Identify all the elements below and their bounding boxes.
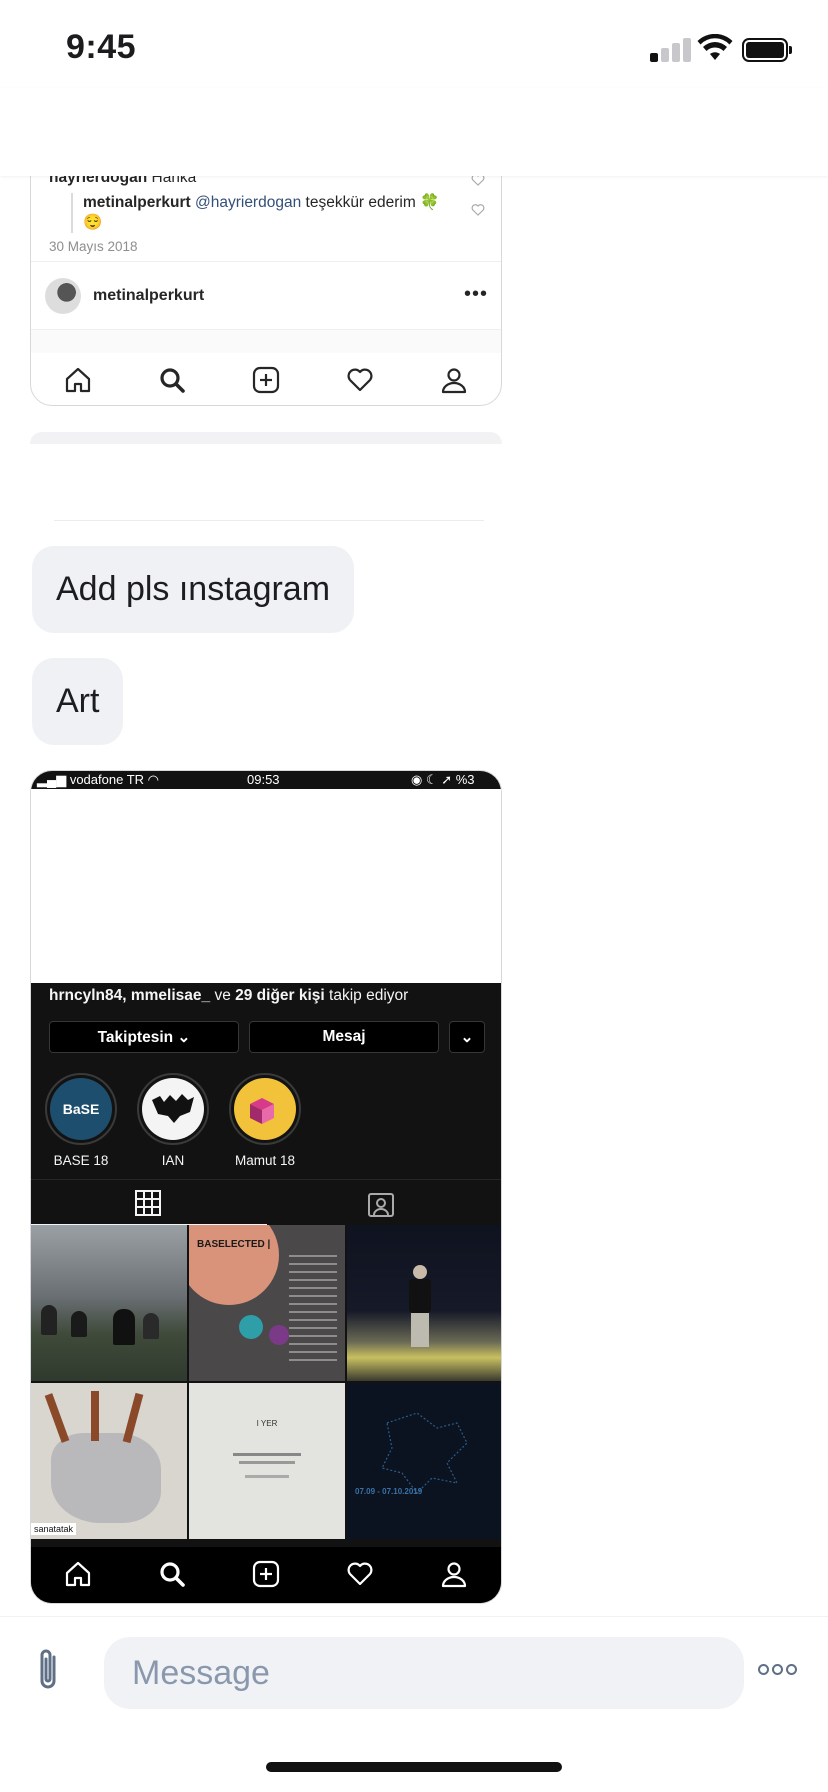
following-button: Takiptesin ⌄ [49,1021,239,1053]
grid-icon [135,1190,161,1216]
instagram-tab-bar [31,353,501,405]
highlight-cover [142,1078,204,1140]
search-icon [157,365,187,395]
screenshot-status-bar: ▂▄▆ vodafone TR ◠ 09:53 ◉ ☾ ➚ %3 [31,771,501,803]
message-bubble[interactable]: Add pls ınstagram [32,546,355,633]
post-date: 30 Mayıs 2018 [49,239,138,254]
highlight-cover: BaSE [50,1078,112,1140]
loading-message-bubble [30,432,502,444]
highlight-mamut-18: Mamut 18 [229,1073,301,1168]
home-indicator [266,1762,562,1772]
tagged-icon [368,1193,394,1217]
instagram-tab-bar [31,1547,501,1603]
profile-section: hrncyln84, mmelisae_ ve 29 diğer kişi ta… [31,983,501,1603]
divider [54,520,484,521]
message-button: Mesaj [249,1021,439,1053]
more-options-icon: ••• [464,283,489,305]
more-options-icon[interactable] [758,1659,802,1679]
message-bubble[interactable]: Art [32,658,124,745]
status-time: 9:45 [66,28,137,66]
avatar [45,278,81,314]
followed-by-text: hrncyln84, mmelisae_ ve 29 diğer kişi ta… [49,987,409,1004]
highlight-cover [234,1078,296,1140]
heart-icon [346,1560,374,1593]
post-thumbnail [347,1225,501,1381]
paperclip-icon[interactable] [30,1645,66,1695]
highlight-ian: IAN [137,1073,209,1168]
new-post-icon [252,1560,280,1593]
post-thumbnail [31,1225,187,1381]
divider [31,329,501,353]
blank-area [31,789,501,1003]
post-thumbnail: 07.09 - 07.10.2019 [347,1383,501,1539]
profile-tabs [31,1179,501,1225]
account-name: metinalperkurt [93,287,205,304]
post-thumbnail: BASELECTED | [189,1225,345,1381]
status-bar: 9:45 [0,0,828,88]
reply-comment: metinalperkurt @hayrierdogan teşekkür ed… [71,193,441,233]
profile-icon [439,365,469,395]
post-thumbnail: sanatatak [31,1383,187,1539]
search-icon [158,1560,186,1593]
like-icon [471,204,485,216]
heart-icon [345,365,375,395]
posts-grid: BASELECTED | sanatatak I YER 07.09 - 07.… [31,1225,501,1543]
chat-header [0,88,828,176]
new-post-icon [251,365,281,395]
message-input[interactable] [104,1637,744,1709]
profile-icon [440,1560,468,1593]
message-composer [0,1616,828,1726]
home-icon [64,1560,92,1593]
dropdown-button: ⌄ [449,1021,485,1053]
battery-icon [742,38,792,62]
carrier: ▂▄▆ vodafone TR ◠ [37,772,159,787]
divider [31,261,501,262]
highlight-base-18: BaSE BASE 18 [45,1073,117,1168]
home-icon [63,365,93,395]
post-thumbnail: I YER [189,1383,345,1539]
cellular-signal-icon [650,38,691,62]
wifi-icon [697,34,733,60]
image-attachment-profile[interactable]: ▂▄▆ vodafone TR ◠ 09:53 ◉ ☾ ➚ %3 hrncyln… [30,770,502,1604]
screenshot-time: 09:53 [247,772,280,787]
